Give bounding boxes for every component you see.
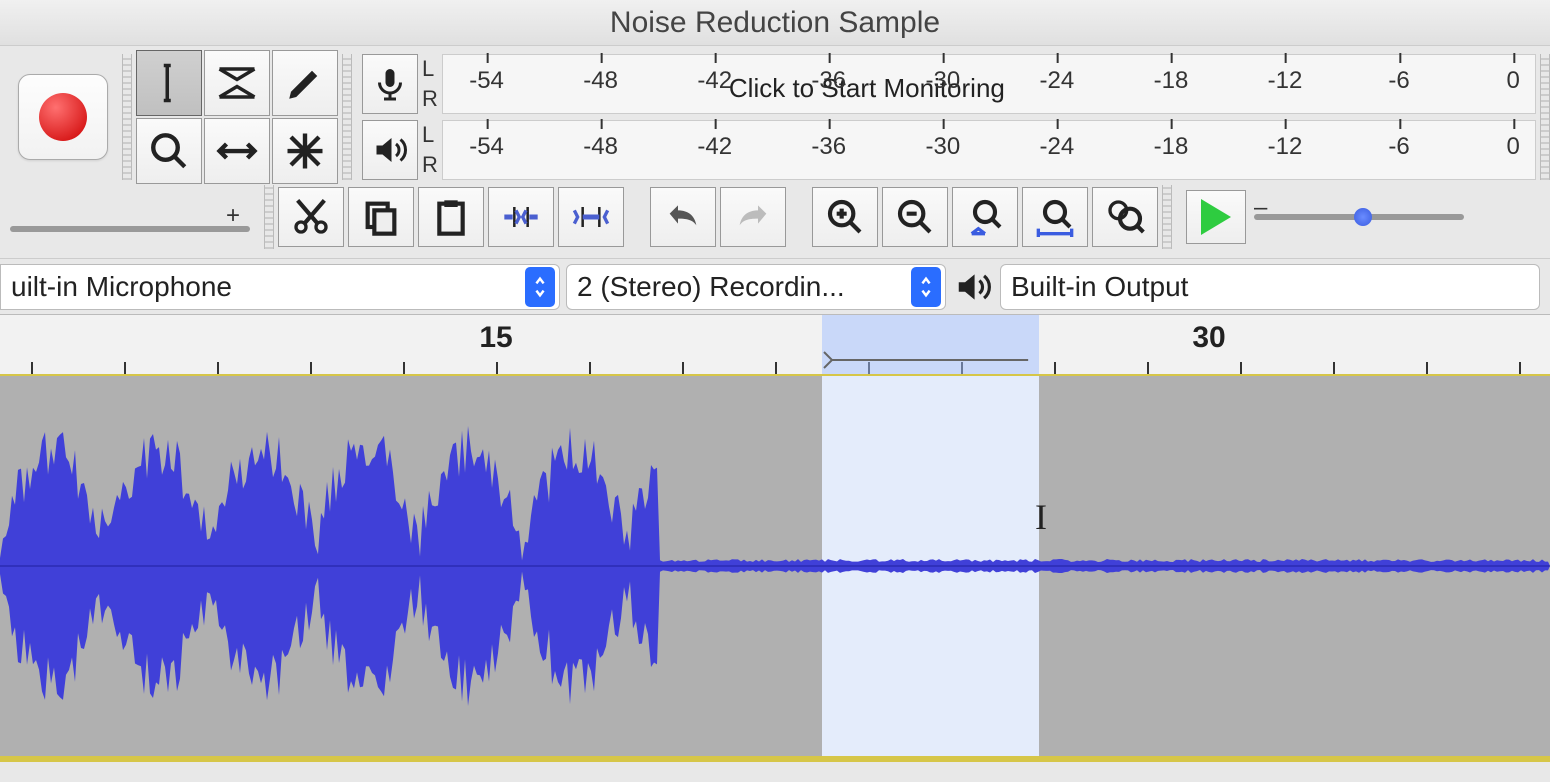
meter-tick-label: -30	[925, 133, 960, 160]
meter-tick-label: -18	[1154, 67, 1189, 94]
grip[interactable]	[264, 185, 274, 249]
meter-tick-label: -6	[1388, 133, 1409, 160]
playback-meter-icon-button[interactable]	[362, 120, 418, 180]
waveform-track[interactable]: I	[0, 376, 1550, 756]
meter-tick-label: -54	[469, 67, 504, 94]
meter-tick-label: 0	[1506, 133, 1519, 160]
play-icon	[1201, 199, 1231, 235]
toolbar: LR Click to Start Monitoring -54 -48 -42 -3…	[0, 46, 1550, 258]
meter-tick-label: -12	[1268, 67, 1303, 94]
meter-tick-label: -36	[811, 67, 846, 94]
timeline-label: 15	[479, 321, 512, 355]
draw-tool-icon	[284, 62, 326, 104]
channels-value: 2 (Stereo) Recordin...	[577, 271, 845, 303]
record-icon	[39, 93, 87, 141]
timeshift-tool-icon	[216, 130, 258, 172]
output-speaker-icon	[952, 266, 994, 308]
meter-tick-label: -24	[1040, 133, 1075, 160]
copy-button[interactable]	[348, 187, 414, 247]
ibeam-cursor-icon: I	[1035, 496, 1047, 538]
cut-icon	[291, 197, 331, 237]
fit-project-icon	[1035, 197, 1075, 237]
meter-tick-label: -12	[1268, 133, 1303, 160]
gain-slider[interactable]	[10, 226, 250, 232]
envelope-tool-button[interactable]	[204, 50, 270, 116]
timeline-ruler[interactable]: 1530	[0, 314, 1550, 376]
window-title: Noise Reduction Sample	[0, 0, 1550, 46]
record-button[interactable]	[18, 74, 108, 160]
grip[interactable]	[122, 54, 132, 180]
meter-tick-label: -48	[583, 133, 618, 160]
meter-tick-label: -30	[925, 67, 960, 94]
fit-project-button[interactable]	[1022, 187, 1088, 247]
input-device-combo[interactable]: uilt-in Microphone	[0, 264, 560, 310]
zoom-tool-button[interactable]	[136, 118, 202, 184]
selection-tool-icon	[148, 62, 190, 104]
recording-meter-icon-button[interactable]	[362, 54, 418, 114]
redo-button[interactable]	[720, 187, 786, 247]
zoom-toggle-button[interactable]	[1092, 187, 1158, 247]
fit-selection-button[interactable]	[952, 187, 1018, 247]
chevron-updown-icon	[525, 267, 555, 307]
gain-slider-area: +	[10, 202, 250, 232]
silence-icon	[571, 197, 611, 237]
zoom-out-button[interactable]	[882, 187, 948, 247]
trim-button[interactable]	[488, 187, 554, 247]
zoom-tool-icon	[148, 130, 190, 172]
meter-tick-label: -48	[583, 67, 618, 94]
waveform	[0, 376, 1550, 756]
meter-tick-label: 0	[1506, 67, 1519, 94]
multi-tool-button[interactable]	[272, 118, 338, 184]
meter-tick-label: -54	[469, 133, 504, 160]
zoom-in-icon	[825, 197, 865, 237]
copy-icon	[361, 197, 401, 237]
device-toolbar: uilt-in Microphone 2 (Stereo) Recordin..…	[0, 258, 1550, 314]
meter-tick-label: -36	[811, 133, 846, 160]
input-device-value: uilt-in Microphone	[11, 271, 232, 303]
microphone-icon	[372, 66, 408, 102]
selection-tool-button[interactable]	[136, 50, 202, 116]
rec-channel-labels: LR	[422, 54, 438, 114]
monitor-prompt[interactable]: Click to Start Monitoring	[723, 73, 1011, 104]
cut-button[interactable]	[278, 187, 344, 247]
recording-meter[interactable]: Click to Start Monitoring -54 -48 -42 -36 -3…	[442, 54, 1536, 114]
play-at-speed-button[interactable]	[1186, 190, 1246, 244]
track-border	[0, 756, 1550, 762]
playback-speed-slider[interactable]: –	[1254, 214, 1464, 220]
meter-tick-label: -42	[697, 67, 732, 94]
meter-tick-label: -24	[1040, 67, 1075, 94]
meter-tick-label: -6	[1388, 67, 1409, 94]
output-device-value: Built-in Output	[1011, 271, 1188, 303]
channels-combo[interactable]: 2 (Stereo) Recordin...	[566, 264, 946, 310]
paste-button[interactable]	[418, 187, 484, 247]
zoom-in-button[interactable]	[812, 187, 878, 247]
timeshift-tool-button[interactable]	[204, 118, 270, 184]
tools-grid	[136, 50, 338, 184]
slider-thumb[interactable]	[1354, 208, 1372, 226]
output-device-combo[interactable]: Built-in Output	[1000, 264, 1540, 310]
meter-tick-label: -18	[1154, 133, 1189, 160]
envelope-tool-icon	[216, 62, 258, 104]
zoom-toggle-icon	[1105, 197, 1145, 237]
paste-icon	[431, 197, 471, 237]
playback-meter[interactable]: -54 -48 -42 -36 -30 -24 -18 -12 -6 0	[442, 120, 1536, 180]
silence-button[interactable]	[558, 187, 624, 247]
draw-tool-button[interactable]	[272, 50, 338, 116]
meter-tick-label: -42	[697, 133, 732, 160]
multi-tool-icon	[284, 130, 326, 172]
chevron-updown-icon	[911, 267, 941, 307]
undo-icon	[663, 197, 703, 237]
play-channel-labels: LR	[422, 120, 438, 180]
grip[interactable]	[342, 54, 352, 180]
fit-selection-icon	[965, 197, 1005, 237]
timeline-label: 30	[1192, 321, 1225, 355]
trim-icon	[501, 197, 541, 237]
undo-button[interactable]	[650, 187, 716, 247]
zoom-out-icon	[895, 197, 935, 237]
redo-icon	[733, 197, 773, 237]
grip[interactable]	[1162, 185, 1172, 249]
grip[interactable]	[1540, 54, 1550, 180]
speaker-icon	[372, 132, 408, 168]
